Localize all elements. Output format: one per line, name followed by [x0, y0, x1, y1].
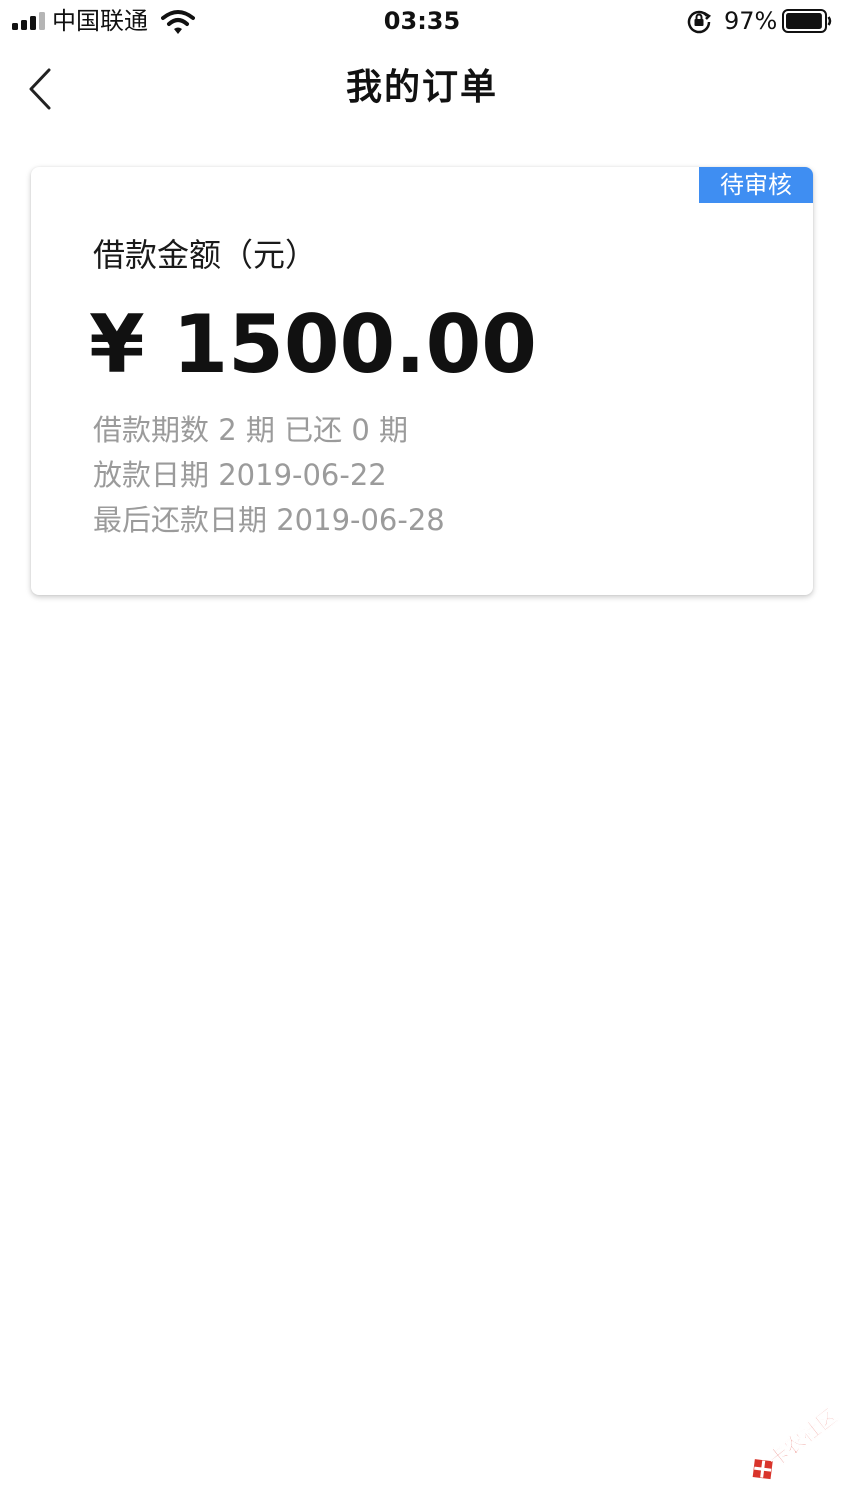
status-bar: 中国联通 03:35 97%	[0, 0, 844, 42]
loan-amount-label: 借款金额（元）	[93, 236, 318, 274]
last-repayment-date: 最后还款日期 2019-06-28	[93, 503, 445, 537]
order-card[interactable]: 待审核 借款金额（元） ¥ 1500.00 借款期数 2 期 已还 0 期 放款…	[31, 167, 813, 595]
status-time: 03:35	[383, 7, 461, 35]
orientation-lock-icon	[687, 10, 712, 34]
svg-text:卡农社区: 卡农社区	[764, 1404, 842, 1472]
battery-icon	[782, 9, 832, 33]
disburse-date: 放款日期 2019-06-22	[93, 458, 387, 492]
nav-bar: 我的订单	[0, 46, 844, 132]
page-title: 我的订单	[345, 67, 498, 108]
back-button[interactable]	[18, 60, 68, 120]
watermark-logo: 卡农社区	[752, 1404, 842, 1480]
installments-info: 借款期数 2 期 已还 0 期	[93, 413, 408, 447]
battery-percent: 97%	[724, 7, 778, 35]
status-badge: 待审核	[699, 167, 813, 203]
loan-amount-value: ¥ 1500.00	[89, 298, 537, 391]
chevron-left-icon	[29, 68, 51, 110]
